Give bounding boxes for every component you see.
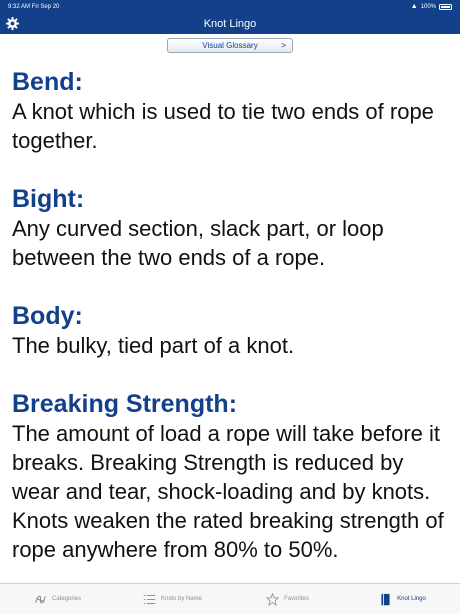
status-time: 9:32 AM [8, 3, 31, 10]
knot-icon [35, 595, 46, 603]
glossary-entry: Body: The bulky, tied part of a knot. [12, 301, 452, 360]
battery-percent: 100% [420, 3, 436, 10]
tab-label: Categories [51, 596, 81, 602]
term-title: Bight: [12, 185, 85, 213]
tab-label: Knot Lingo [397, 596, 426, 602]
tab-knots-by-name[interactable]: Knots by Name [115, 584, 230, 614]
status-bar: 9:32 AM Fri Sep 20 ▲ 100% [0, 0, 460, 13]
glossary-entry: Breaking Strength: The amount of load a … [12, 389, 452, 564]
term-title: Body: [12, 302, 83, 330]
nav-bar: Knot Lingo [0, 13, 460, 34]
status-right: ▲ 100% [411, 3, 452, 10]
star-icon [266, 592, 280, 606]
term-title: Breaking Strength: [12, 390, 238, 418]
term-definition: The amount of load a rope will take befo… [12, 421, 444, 562]
tab-categories[interactable]: Categories [0, 584, 115, 614]
book-icon [381, 593, 390, 605]
tab-favorites[interactable]: Favorites [230, 584, 345, 614]
term-definition: The bulky, tied part of a knot. [12, 333, 295, 358]
glossary-entry: Bend: A knot which is used to tie two en… [12, 67, 452, 155]
status-date: Fri Sep 20 [31, 3, 60, 10]
tab-label: Favorites [284, 596, 309, 602]
page-title: Knot Lingo [203, 17, 257, 30]
term-definition: A knot which is used to tie two ends of … [12, 99, 434, 153]
list-icon [143, 594, 156, 604]
visual-glossary-label: Visual Glossary [202, 41, 258, 50]
wifi-icon: ▲ [410, 3, 418, 10]
tab-bar: Categories Knots by Name Favorites Knot … [0, 583, 460, 614]
tab-knot-lingo[interactable]: Knot Lingo [345, 584, 460, 614]
term-definition: Any curved section, slack part, or loop … [12, 216, 384, 270]
gear-icon[interactable] [5, 16, 20, 31]
tab-label: Knots by Name [160, 596, 203, 602]
battery-icon [439, 3, 452, 10]
glossary-content[interactable]: Bend: A knot which is used to tie two en… [12, 67, 452, 583]
status-left: 9:32 AM Fri Sep 20 [8, 4, 59, 10]
term-title: Bend: [12, 68, 83, 96]
chevron-right-icon: > [281, 41, 286, 50]
visual-glossary-button[interactable]: Visual Glossary > [167, 38, 293, 53]
glossary-entry: Bight: Any curved section, slack part, o… [12, 184, 452, 272]
